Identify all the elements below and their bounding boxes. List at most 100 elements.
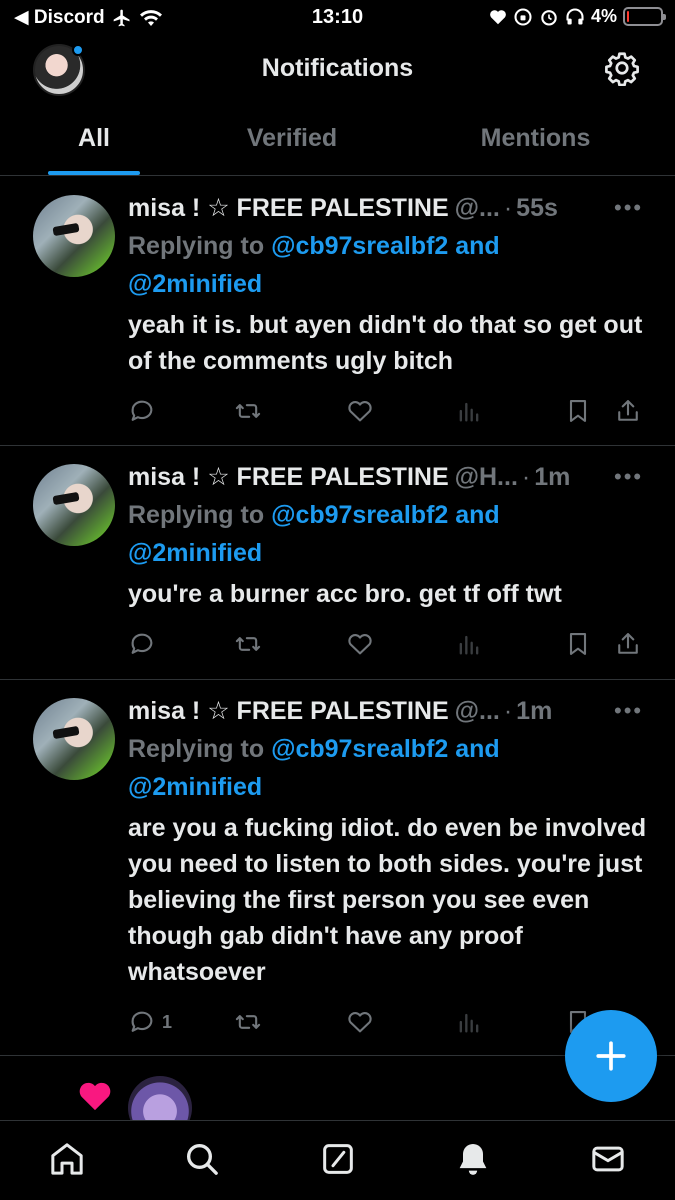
mention-link[interactable]: @2minified	[128, 270, 262, 298]
separator-dot: ·	[503, 697, 513, 725]
tweet-body: misa ! ☆ FREE PALESTINE @... · 1m ••• Re…	[128, 696, 648, 990]
mention-link[interactable]: @cb97srealbf2 and	[271, 232, 500, 260]
nav-notifications[interactable]	[453, 1139, 493, 1179]
bottom-navigation	[0, 1120, 675, 1200]
like-icon	[348, 1012, 372, 1033]
bell-icon	[459, 1144, 487, 1175]
tweet-time: 1m	[516, 697, 553, 725]
reply-icon	[131, 400, 153, 421]
gear-icon[interactable]	[604, 50, 640, 86]
tweet-text: are you a fucking idiot. do even be invo…	[128, 814, 647, 986]
replying-prefix: Replying to	[128, 501, 265, 529]
views-button[interactable]	[455, 1006, 483, 1038]
tweet-actions	[128, 628, 648, 660]
headphones-icon	[566, 8, 584, 24]
tab-verified-label: Verified	[246, 124, 338, 152]
like-icon	[348, 634, 372, 655]
grok-icon	[323, 1144, 353, 1174]
battery-level	[627, 11, 629, 22]
like-button[interactable]	[346, 1006, 374, 1038]
analytics-icon	[459, 402, 479, 422]
bookmark-icon	[569, 633, 587, 655]
compose-button[interactable]	[565, 1010, 657, 1102]
author-avatar[interactable]	[33, 195, 115, 277]
like-icon	[348, 401, 372, 422]
tweet[interactable]: misa ! ☆ FREE PALESTINE @H... · 1m ••• R…	[0, 446, 675, 680]
share-button[interactable]	[614, 395, 642, 427]
replying-prefix: Replying to	[128, 232, 265, 260]
separator-dot: ·	[503, 194, 513, 222]
battery-icon	[623, 7, 666, 26]
author-name[interactable]: misa ! ☆ FREE PALESTINE	[128, 696, 449, 726]
notification-tabs: All Verified Mentions	[0, 110, 675, 176]
replying-prefix: Replying to	[128, 735, 265, 763]
nav-home[interactable]	[47, 1139, 87, 1179]
retweet-icon	[235, 637, 261, 651]
tweet-body: misa ! ☆ FREE PALESTINE @... · 55s ••• R…	[128, 193, 648, 379]
tweet-header: misa ! ☆ FREE PALESTINE @... · 55s	[128, 193, 648, 227]
tab-verified[interactable]: Verified	[188, 110, 396, 175]
mail-icon	[592, 1146, 624, 1172]
nav-messages[interactable]	[588, 1139, 628, 1179]
author-name[interactable]: misa ! ☆ FREE PALESTINE	[128, 193, 449, 223]
replying-to: Replying to @cb97srealbf2 and @2minified	[128, 730, 648, 806]
reply-button[interactable]	[128, 628, 162, 660]
separator-dot: ·	[521, 463, 531, 491]
replying-to: Replying to @cb97srealbf2 and @2minified	[128, 227, 648, 303]
tweet-time: 1m	[534, 463, 571, 491]
reply-button[interactable]	[128, 395, 162, 427]
header: Notifications	[0, 38, 675, 102]
bookmark-icon	[569, 400, 587, 422]
share-icon	[618, 400, 638, 421]
replying-to: Replying to @cb97srealbf2 and @2minified	[128, 496, 648, 572]
active-tab-indicator	[48, 171, 140, 175]
tab-all[interactable]: All	[0, 110, 188, 175]
status-bar: ◀ Discord 13:10 4%	[0, 0, 675, 36]
share-button[interactable]	[614, 628, 642, 660]
author-avatar[interactable]	[33, 464, 115, 546]
nav-search[interactable]	[182, 1139, 222, 1179]
tweet-text: you're a burner acc bro. get tf off twt	[128, 580, 562, 608]
reply-icon	[131, 1011, 153, 1032]
battery-percent: 4%	[590, 6, 617, 26]
mention-link[interactable]: @2minified	[128, 773, 262, 801]
mention-link[interactable]: @cb97srealbf2 and	[271, 501, 500, 529]
tab-all-label: All	[78, 124, 110, 152]
analytics-icon	[459, 1013, 479, 1033]
views-button[interactable]	[455, 628, 483, 660]
tweet[interactable]: misa ! ☆ FREE PALESTINE @... · 1m ••• Re…	[0, 680, 675, 1056]
home-icon	[51, 1143, 83, 1175]
author-handle[interactable]: @...	[455, 697, 500, 726]
plus-icon	[596, 1041, 626, 1071]
more-options-icon[interactable]: •••	[614, 195, 643, 221]
share-icon	[618, 633, 638, 654]
like-button[interactable]	[346, 628, 374, 660]
alarm-icon	[541, 9, 557, 26]
retweet-button[interactable]	[234, 628, 262, 660]
tab-mentions[interactable]: Mentions	[396, 110, 675, 175]
reply-button[interactable]: 1	[128, 1006, 172, 1038]
tweet-header: misa ! ☆ FREE PALESTINE @H... · 1m	[128, 462, 648, 496]
status-right: 4%	[489, 6, 666, 27]
mention-link[interactable]: @2minified	[128, 539, 262, 567]
page-title: Notifications	[261, 54, 414, 82]
like-button[interactable]	[346, 395, 374, 427]
tweet[interactable]: misa ! ☆ FREE PALESTINE @... · 55s ••• R…	[0, 177, 675, 446]
author-name[interactable]: misa ! ☆ FREE PALESTINE	[128, 462, 449, 492]
author-avatar[interactable]	[33, 698, 115, 780]
more-options-icon[interactable]: •••	[614, 464, 643, 490]
nav-grok[interactable]	[318, 1139, 358, 1179]
tweet-header: misa ! ☆ FREE PALESTINE @... · 1m	[128, 696, 648, 730]
author-handle[interactable]: @...	[455, 194, 500, 223]
reply-icon	[131, 633, 153, 654]
tweet-text: yeah it is. but ayen didn't do that so g…	[128, 311, 643, 375]
author-handle[interactable]: @H...	[455, 463, 518, 492]
bookmark-button[interactable]	[564, 628, 592, 660]
bookmark-button[interactable]	[564, 395, 592, 427]
retweet-button[interactable]	[234, 395, 262, 427]
more-options-icon[interactable]: •••	[614, 698, 643, 724]
retweet-button[interactable]	[234, 1006, 262, 1038]
retweet-icon	[235, 1015, 261, 1029]
views-button[interactable]	[455, 395, 483, 427]
mention-link[interactable]: @cb97srealbf2 and	[271, 735, 500, 763]
